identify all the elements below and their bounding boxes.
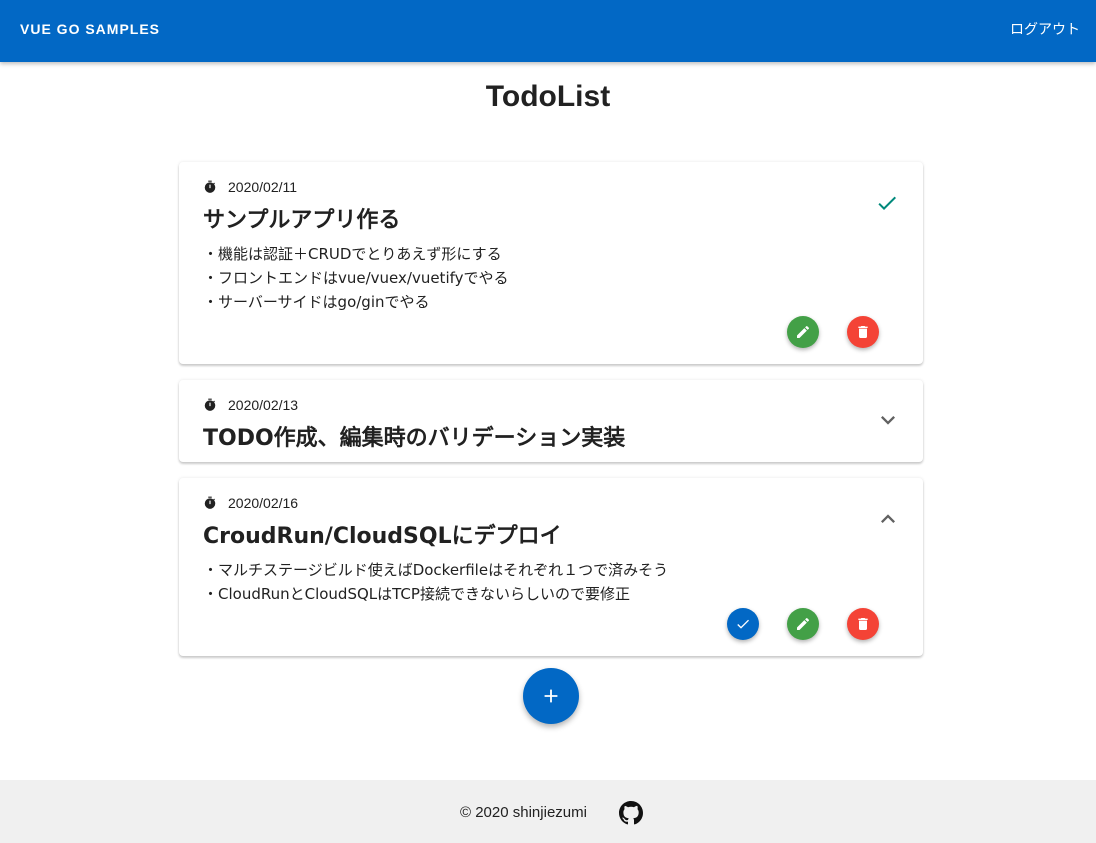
delete-button[interactable]: [847, 316, 879, 348]
trash-icon: [858, 326, 868, 338]
edit-button[interactable]: [787, 608, 819, 640]
plus-icon: [544, 689, 558, 703]
todo-title: TODO作成、編集時のバリデーション実装: [203, 426, 626, 451]
todo-date: 2020/02/16: [228, 495, 299, 511]
timer-icon: [203, 179, 217, 195]
chevron-up-icon[interactable]: [874, 505, 902, 533]
timer-icon: [203, 495, 217, 511]
todo-body: ・マルチステージビルド使えばDockerfileはそれぞれ１つで済みそう ・Cl…: [203, 561, 669, 603]
copyright-text: © 2020 shinjiezumi: [460, 804, 587, 821]
check-icon: [737, 619, 749, 629]
todo-card[interactable]: 2020/02/11 サンプルアプリ作る ・機能は認証＋CRUDでとりあえず形に…: [179, 162, 923, 364]
logout-button[interactable]: ログアウト: [1008, 17, 1082, 43]
todo-date-row: 2020/02/16: [203, 494, 298, 512]
chevron-down-icon[interactable]: [874, 406, 902, 434]
todo-date: 2020/02/13: [228, 397, 299, 413]
github-icon[interactable]: [619, 801, 643, 825]
todo-title: CroudRun/CloudSQLにデプロイ: [203, 524, 562, 549]
add-todo-button[interactable]: [523, 668, 579, 724]
todo-date-row: 2020/02/11: [203, 178, 297, 196]
pencil-icon: [797, 617, 810, 630]
todo-card[interactable]: 2020/02/13 TODO作成、編集時のバリデーション実装: [179, 380, 923, 462]
todo-date: 2020/02/11: [228, 179, 298, 195]
app-title: VUE GO SAMPLES: [20, 21, 161, 37]
page-title: TodoList: [485, 80, 611, 113]
trash-icon: [858, 618, 868, 630]
pencil-icon: [797, 325, 810, 338]
edit-button[interactable]: [787, 316, 819, 348]
footer: © 2020 shinjiezumi: [0, 780, 1096, 843]
complete-button[interactable]: [727, 608, 759, 640]
todo-title: サンプルアプリ作る: [203, 208, 401, 233]
todo-card[interactable]: 2020/02/16 CroudRun/CloudSQLにデプロイ ・マルチステ…: [179, 478, 923, 656]
check-icon: [873, 189, 901, 217]
timer-icon: [203, 397, 217, 413]
todo-date-row: 2020/02/13: [203, 396, 298, 414]
todo-body: ・機能は認証＋CRUDでとりあえず形にする ・フロントエンドはvue/vuex/…: [203, 245, 509, 311]
app-bar: VUE GO SAMPLES ログアウト: [0, 0, 1096, 62]
delete-button[interactable]: [847, 608, 879, 640]
